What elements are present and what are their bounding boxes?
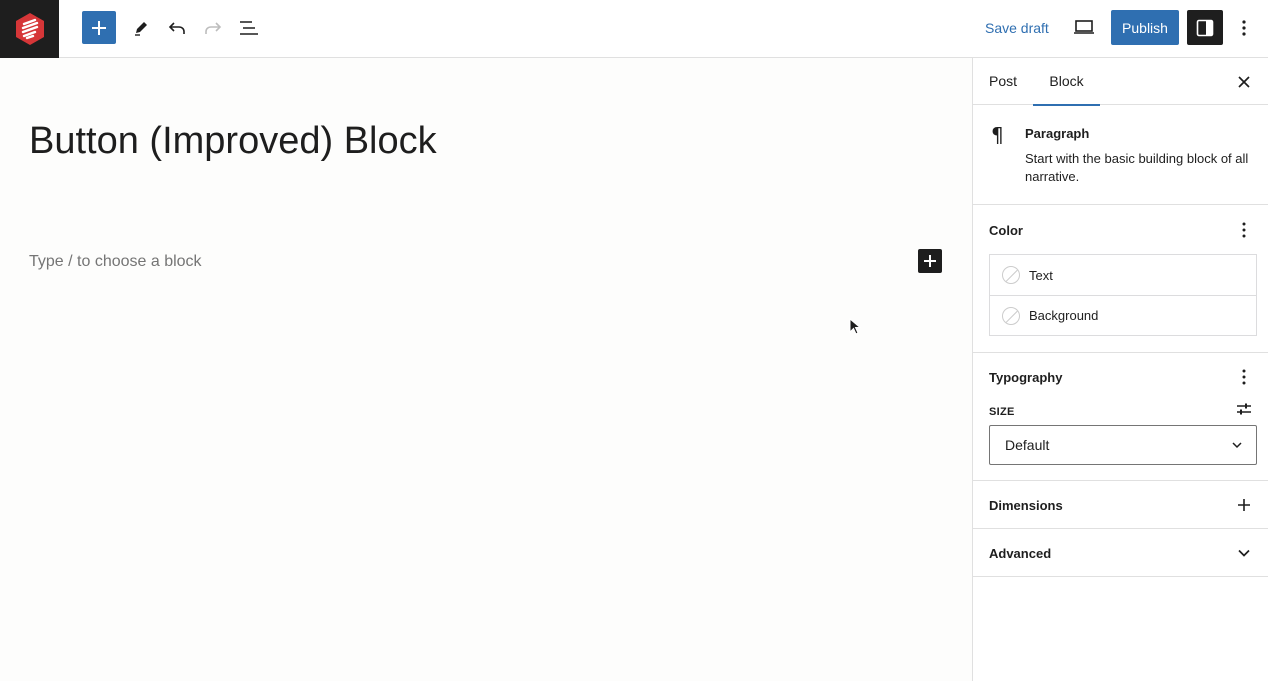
chevron-down-icon	[1232, 442, 1242, 449]
font-size-value: Default	[1005, 437, 1050, 453]
pencil-icon	[135, 22, 147, 36]
typography-panel: Typography SIZE Default	[973, 353, 1268, 481]
settings-toggle-button[interactable]	[1187, 10, 1223, 45]
color-item-background[interactable]: Background	[990, 295, 1256, 335]
save-draft-button[interactable]: Save draft	[977, 15, 1057, 41]
advanced-panel-title: Advanced	[989, 546, 1052, 561]
options-button[interactable]	[1228, 12, 1260, 44]
block-description: Start with the basic building block of a…	[1025, 151, 1249, 184]
close-icon	[1238, 76, 1250, 88]
dimensions-panel-title: Dimensions	[989, 498, 1063, 513]
plus-icon	[92, 20, 106, 35]
preview-button[interactable]	[1067, 11, 1101, 43]
redo-button[interactable]	[196, 12, 230, 44]
plus-icon	[924, 255, 936, 267]
color-options-button[interactable]	[1232, 218, 1256, 242]
kebab-icon	[1242, 369, 1246, 385]
plus-icon	[1238, 499, 1250, 511]
color-list: Text Background	[989, 254, 1257, 336]
paragraph-icon: ¶	[991, 123, 1004, 147]
list-view-button[interactable]	[232, 12, 266, 44]
chevron-down-icon	[1238, 549, 1250, 557]
settings-sidebar: Post Block ¶ Paragraph Start with the ba…	[972, 58, 1268, 681]
block-name: Paragraph	[1025, 126, 1090, 141]
empty-swatch-icon	[1002, 306, 1020, 325]
kebab-icon	[1242, 222, 1246, 238]
tab-block[interactable]: Block	[1033, 58, 1100, 106]
close-sidebar-button[interactable]	[1232, 70, 1256, 94]
publish-button[interactable]: Publish	[1111, 10, 1179, 45]
dimensions-add-button[interactable]	[1232, 493, 1256, 517]
undo-button[interactable]	[160, 12, 194, 44]
tools-button[interactable]	[124, 12, 158, 44]
empty-swatch-icon	[1002, 266, 1020, 284]
tab-post[interactable]: Post	[989, 58, 1017, 105]
sidebar-icon	[1196, 19, 1214, 36]
custom-size-toggle[interactable]	[1232, 397, 1256, 421]
inline-add-block-button[interactable]	[918, 249, 942, 273]
color-panel: Color Text Background	[973, 206, 1268, 353]
color-item-label: Background	[1029, 308, 1099, 323]
post-title[interactable]: Button (Improved) Block	[29, 120, 437, 163]
color-item-label: Text	[1029, 267, 1053, 283]
typography-panel-title: Typography	[989, 370, 1063, 385]
color-item-text[interactable]: Text	[990, 255, 1256, 295]
settings-sliders-icon	[1237, 403, 1251, 415]
laptop-icon	[1074, 20, 1094, 34]
dimensions-panel[interactable]: Dimensions	[973, 481, 1268, 529]
undo-icon	[168, 22, 185, 34]
site-logo[interactable]	[0, 0, 59, 58]
block-placeholder[interactable]: Type / to choose a block	[29, 253, 202, 271]
list-view-icon	[240, 21, 258, 35]
redo-icon	[205, 22, 222, 34]
size-label: SIZE	[989, 406, 1015, 418]
editor-canvas: Button (Improved) Block Type / to choose…	[0, 58, 972, 681]
sidebar-tabs: Post Block	[973, 58, 1268, 106]
font-size-select[interactable]: Default	[989, 425, 1257, 465]
kebab-icon	[1242, 20, 1246, 36]
color-panel-title: Color	[989, 223, 1023, 238]
mouse-cursor-icon	[849, 318, 862, 335]
add-block-button[interactable]	[82, 11, 116, 44]
editor-header: Save draft Publish	[0, 0, 1268, 58]
typography-options-button[interactable]	[1232, 365, 1256, 389]
advanced-toggle[interactable]	[1232, 541, 1256, 565]
advanced-panel[interactable]: Advanced	[973, 529, 1268, 577]
block-card: ¶ Paragraph Start with the basic buildin…	[973, 105, 1268, 205]
logo-icon	[15, 13, 44, 45]
